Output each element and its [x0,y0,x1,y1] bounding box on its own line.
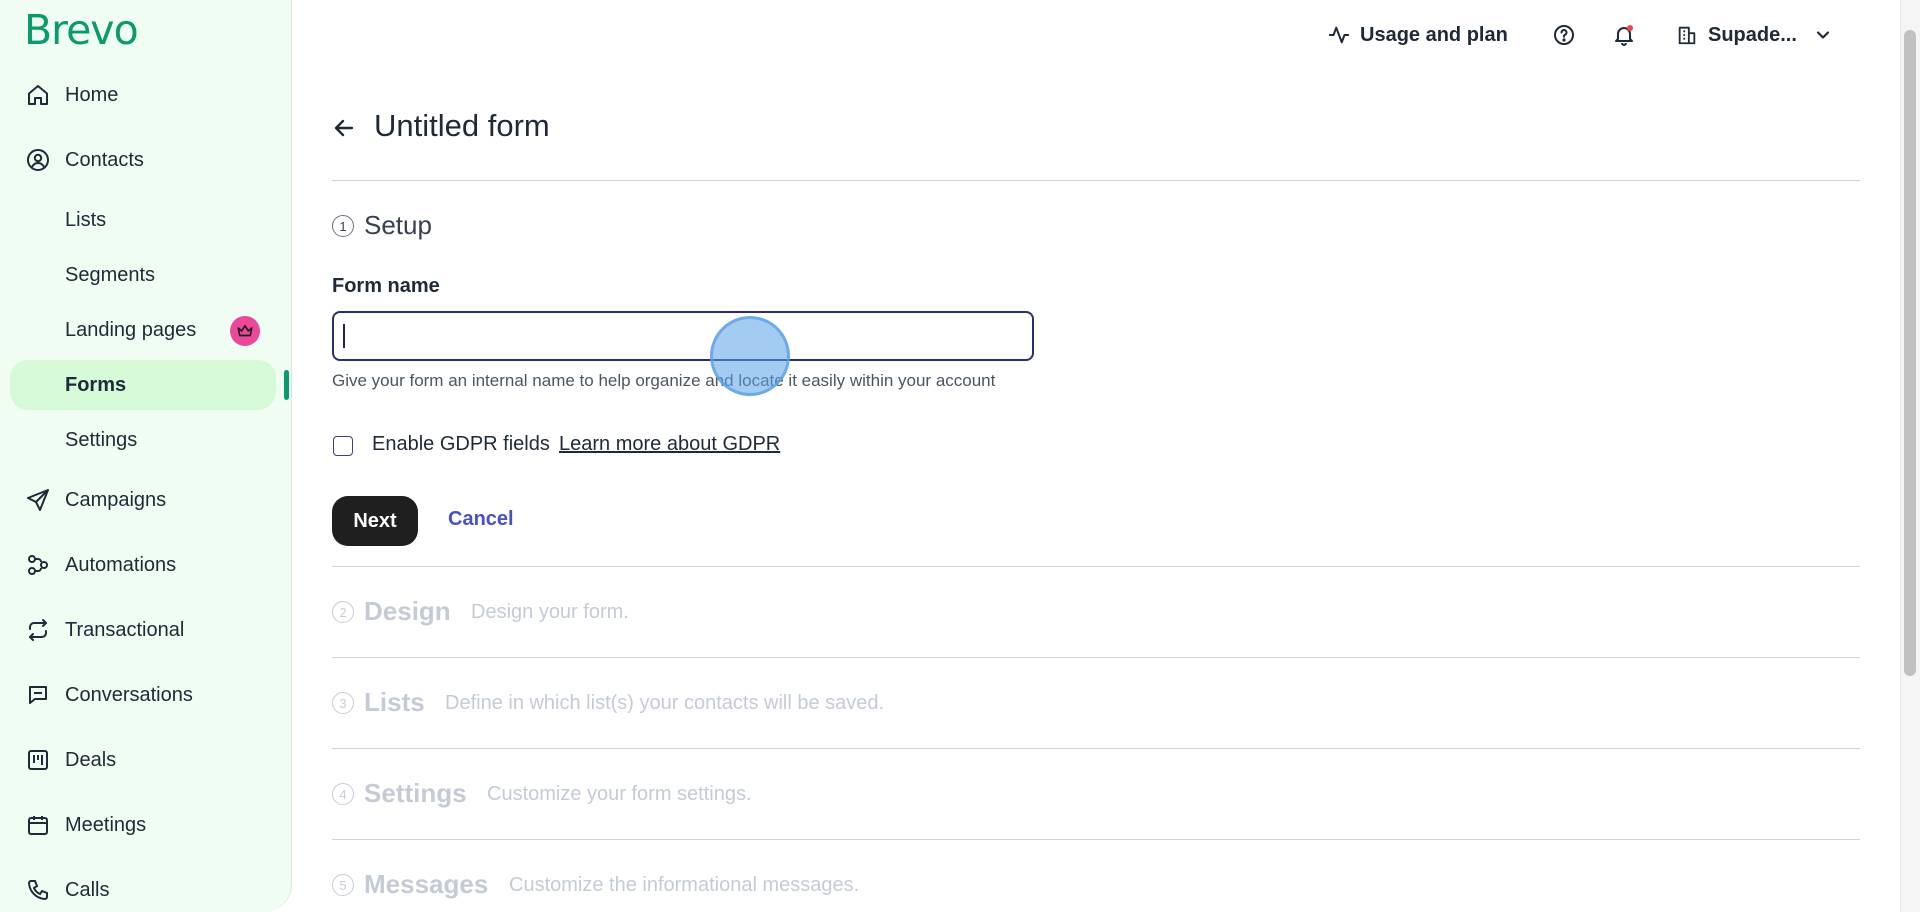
divider [332,657,1860,658]
brevo-logo[interactable]: Brevo [24,6,139,54]
sidebar-item-label: Campaigns [65,488,167,511]
sidebar-subitem-forms[interactable]: Forms [10,360,276,410]
sidebar-item-label: Automations [65,553,177,576]
text-caret [343,324,345,348]
help-button[interactable] [1552,20,1576,50]
step-title-setup: Setup [364,210,432,240]
click-indicator [710,316,790,396]
send-icon [27,489,49,511]
sidebar-subitem-settings[interactable]: Settings [10,415,276,465]
activity-icon [1328,26,1350,44]
sidebar-item-home[interactable]: Home [10,70,276,120]
step-title-design: Design [364,596,451,626]
kanban-icon [28,750,48,770]
sidebar-subitem-lists[interactable]: Lists [10,195,276,245]
sidebar-item-campaigns[interactable]: Campaigns [10,475,276,525]
step-description: Define in which list(s) your contacts wi… [445,692,885,714]
gdpr-label: Enable GDPR fields [372,433,550,455]
divider [332,839,1860,840]
sidebar-item-label: Landing pages [65,318,197,341]
sidebar-item-label: Transactional [65,618,185,641]
scrollbar-thumb[interactable] [1904,30,1916,676]
step-number: 2 [332,601,354,623]
sidebar-item-transactional[interactable]: Transactional [10,605,276,655]
sidebar-item-label: Calls [65,878,110,901]
step-description: Customize your form settings. [487,783,752,805]
step-description: Customize the informational messages. [509,874,860,896]
chat-icon [29,686,47,704]
sidebar-item-label: Forms [65,373,127,396]
sidebar-item-label: Segments [65,263,156,286]
usage-and-plan-button[interactable]: Usage and plan [1328,20,1508,50]
sidebar-item-conversations[interactable]: Conversations [10,670,276,720]
sidebar-item-meetings[interactable]: Meetings [10,800,276,850]
step-number: 1 [332,215,354,237]
form-name-label: Form name [332,275,440,297]
chevron-down-icon [1816,31,1829,39]
gdpr-checkbox[interactable] [333,436,353,456]
form-name-help: Give your form an internal name to help … [332,371,996,390]
sidebar-item-label: Meetings [65,813,147,836]
divider [332,180,1860,181]
account-name: Supade... [1708,23,1797,46]
premium-crown-icon [230,316,260,346]
sidebar-item-automations[interactable]: Automations [10,540,276,590]
user-circle-icon [27,149,49,171]
bell-icon [1615,25,1633,46]
back-arrow-icon[interactable] [332,116,356,140]
calendar-icon [28,816,48,835]
step-number: 3 [332,692,354,714]
cancel-button[interactable]: Cancel [448,508,514,531]
active-indicator [284,370,289,400]
sidebar-item-label: Deals [65,748,117,771]
sidebar-item-label: Home [65,83,119,106]
gdpr-learn-more-link[interactable]: Learn more about GDPR [559,433,780,456]
step-title-messages: Messages [364,869,489,899]
form-name-input[interactable] [332,311,1034,361]
step-description: Design your form. [471,601,629,623]
step-number: 5 [332,874,354,896]
sidebar: Brevo Home Contacts Lists Segments Landi… [0,0,292,912]
building-icon [1678,26,1696,45]
notifications-button[interactable] [1612,20,1636,50]
step-title-settings: Settings [364,778,467,808]
automation-icon [28,555,48,575]
sidebar-item-label: Conversations [65,683,193,706]
home-icon [28,85,48,105]
usage-label: Usage and plan [1360,23,1508,46]
sidebar-item-label: Lists [65,208,107,231]
page-title: Untitled form [374,108,550,143]
phone-icon [27,880,48,901]
sidebar-subitem-segments[interactable]: Segments [10,250,276,300]
sidebar-item-deals[interactable]: Deals [10,735,276,785]
divider [332,748,1860,749]
next-button[interactable]: Next [332,496,418,546]
step-number: 4 [332,783,354,805]
repeat-icon [29,619,47,641]
step-title-lists: Lists [364,687,425,717]
sidebar-item-contacts[interactable]: Contacts [10,135,276,185]
question-circle-icon [1554,25,1574,45]
account-menu[interactable]: Supade... [1676,20,1833,50]
sidebar-item-calls[interactable]: Calls [10,865,276,912]
sidebar-item-label: Contacts [65,148,144,171]
sidebar-item-label: Settings [65,428,138,451]
divider [332,566,1860,567]
